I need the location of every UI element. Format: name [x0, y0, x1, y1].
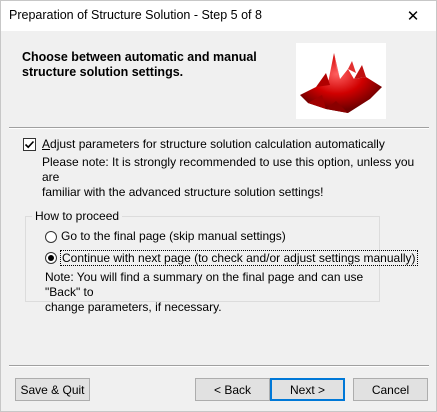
window-title: Preparation of Structure Solution - Step…: [9, 8, 262, 22]
auto-adjust-label[interactable]: Adjust parameters for structure solution…: [42, 137, 385, 151]
proceed-note-line-2: change parameters, if necessary.: [45, 300, 222, 314]
proceed-note: Note: You will find a summary on the fin…: [45, 270, 385, 315]
auto-adjust-label-accesskey: A: [42, 137, 51, 151]
header-line-2: structure solution settings.: [22, 65, 184, 79]
proceed-note-line-1: Note: You will find a summary on the fin…: [45, 270, 364, 299]
header-line-1: Choose between automatic and manual: [22, 50, 257, 64]
radio-selected-dot: [48, 255, 54, 261]
header-heading: Choose between automatic and manual stru…: [22, 50, 272, 80]
auto-adjust-checkbox[interactable]: [23, 138, 36, 151]
surface-plot-icon: [296, 43, 386, 119]
title-bar: Preparation of Structure Solution - Step…: [1, 1, 436, 31]
checkmark-icon: [24, 140, 35, 149]
auto-adjust-note-line-1: Please note: It is strongly recommended …: [42, 155, 415, 184]
save-quit-button[interactable]: Save & Quit: [15, 378, 90, 401]
next-button[interactable]: Next >: [270, 378, 345, 401]
wizard-window: Preparation of Structure Solution - Step…: [0, 0, 437, 412]
surface-plot-graphic: [300, 53, 382, 113]
close-icon[interactable]: ✕: [390, 1, 436, 31]
back-button[interactable]: < Back: [195, 378, 270, 401]
radio-continue-next-label[interactable]: Continue with next page (to check and/or…: [60, 250, 418, 266]
wizard-header: Choose between automatic and manual stru…: [1, 31, 436, 127]
auto-adjust-label-rest: djust parameters for structure solution …: [50, 137, 385, 151]
footer-separator: [9, 365, 429, 367]
auto-adjust-note-line-2: familiar with the advanced structure sol…: [42, 185, 324, 199]
radio-go-final[interactable]: [45, 231, 57, 243]
cancel-button[interactable]: Cancel: [353, 378, 428, 401]
radio-continue-next[interactable]: [45, 252, 57, 264]
header-separator: [9, 127, 429, 129]
radio-go-final-label[interactable]: Go to the final page (skip manual settin…: [61, 229, 286, 243]
how-to-proceed-legend: How to proceed: [32, 209, 123, 223]
auto-adjust-note: Please note: It is strongly recommended …: [42, 155, 422, 200]
